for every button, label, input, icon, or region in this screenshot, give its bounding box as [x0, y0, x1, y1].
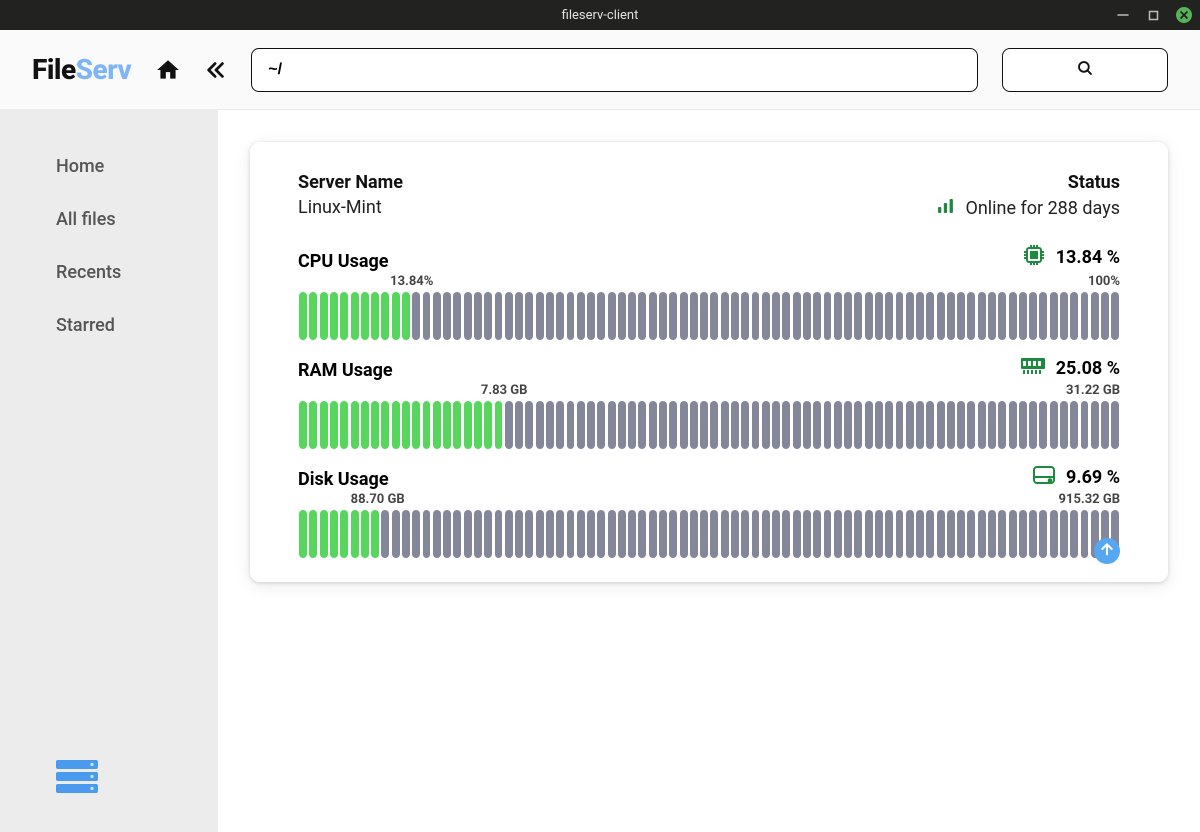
window-maximize-button[interactable] [1146, 8, 1160, 22]
ram-total-label: 31.22 GB [1066, 383, 1120, 399]
cpu-meter: CPU Usage 13.8 [298, 243, 1120, 340]
disk-icon [1032, 465, 1056, 490]
disk-title: Disk Usage [298, 469, 389, 490]
sidebar-item-starred[interactable]: Starred [0, 299, 218, 352]
signal-icon [937, 197, 955, 219]
disk-total-label: 915.32 GB [1059, 492, 1120, 508]
server-status-icon[interactable] [56, 760, 98, 798]
server-name-label: Server Name [298, 172, 403, 193]
logo-part-2: Serv [76, 53, 132, 86]
ram-meter: RAM Usage 25.08 % [298, 356, 1120, 449]
sidebar-item-home[interactable]: Home [0, 140, 218, 193]
cpu-percent: 13.84 % [1056, 247, 1120, 268]
ram-bar-chart [298, 401, 1120, 449]
server-status-label: Status [937, 172, 1120, 193]
search-button[interactable] [1002, 48, 1168, 92]
cpu-used-label: 13.84% [390, 274, 433, 289]
cpu-total-label: 100% [1088, 274, 1120, 290]
window-titlebar: fileserv-client [0, 0, 1200, 30]
server-dashboard-card: Server Name Linux-Mint Status [250, 142, 1168, 582]
window-title: fileserv-client [562, 8, 639, 23]
arrow-up-icon [1099, 541, 1115, 561]
cpu-icon [1022, 243, 1046, 272]
sidebar-item-allfiles[interactable]: All files [0, 193, 218, 246]
cpu-bar-chart [298, 292, 1120, 340]
cpu-title: CPU Usage [298, 251, 388, 272]
sidebar-item-recents[interactable]: Recents [0, 246, 218, 299]
ram-title: RAM Usage [298, 360, 393, 381]
disk-percent: 9.69 % [1066, 467, 1120, 488]
server-name-value: Linux-Mint [298, 197, 403, 218]
server-status-value: Online for 288 days [965, 198, 1120, 219]
back-button[interactable] [205, 59, 227, 81]
app-header: FileServ [0, 30, 1200, 110]
upload-button[interactable] [1094, 538, 1120, 564]
disk-bar-chart [298, 510, 1120, 558]
ram-used-label: 7.83 GB [481, 383, 528, 398]
disk-meter: Disk Usage 9.69 % [298, 465, 1120, 558]
disk-used-label: 88.70 GB [351, 492, 405, 507]
window-minimize-button[interactable] [1116, 8, 1130, 22]
ram-icon [1020, 356, 1046, 381]
window-close-button[interactable] [1176, 7, 1192, 23]
sidebar: Home All files Recents Starred [0, 110, 218, 832]
ram-percent: 25.08 % [1056, 358, 1120, 379]
app-logo: FileServ [32, 53, 131, 86]
search-icon [1076, 59, 1094, 81]
main-content: Server Name Linux-Mint Status [218, 110, 1200, 832]
home-button[interactable] [155, 57, 181, 83]
logo-part-1: File [32, 53, 76, 86]
path-input[interactable] [251, 48, 978, 92]
